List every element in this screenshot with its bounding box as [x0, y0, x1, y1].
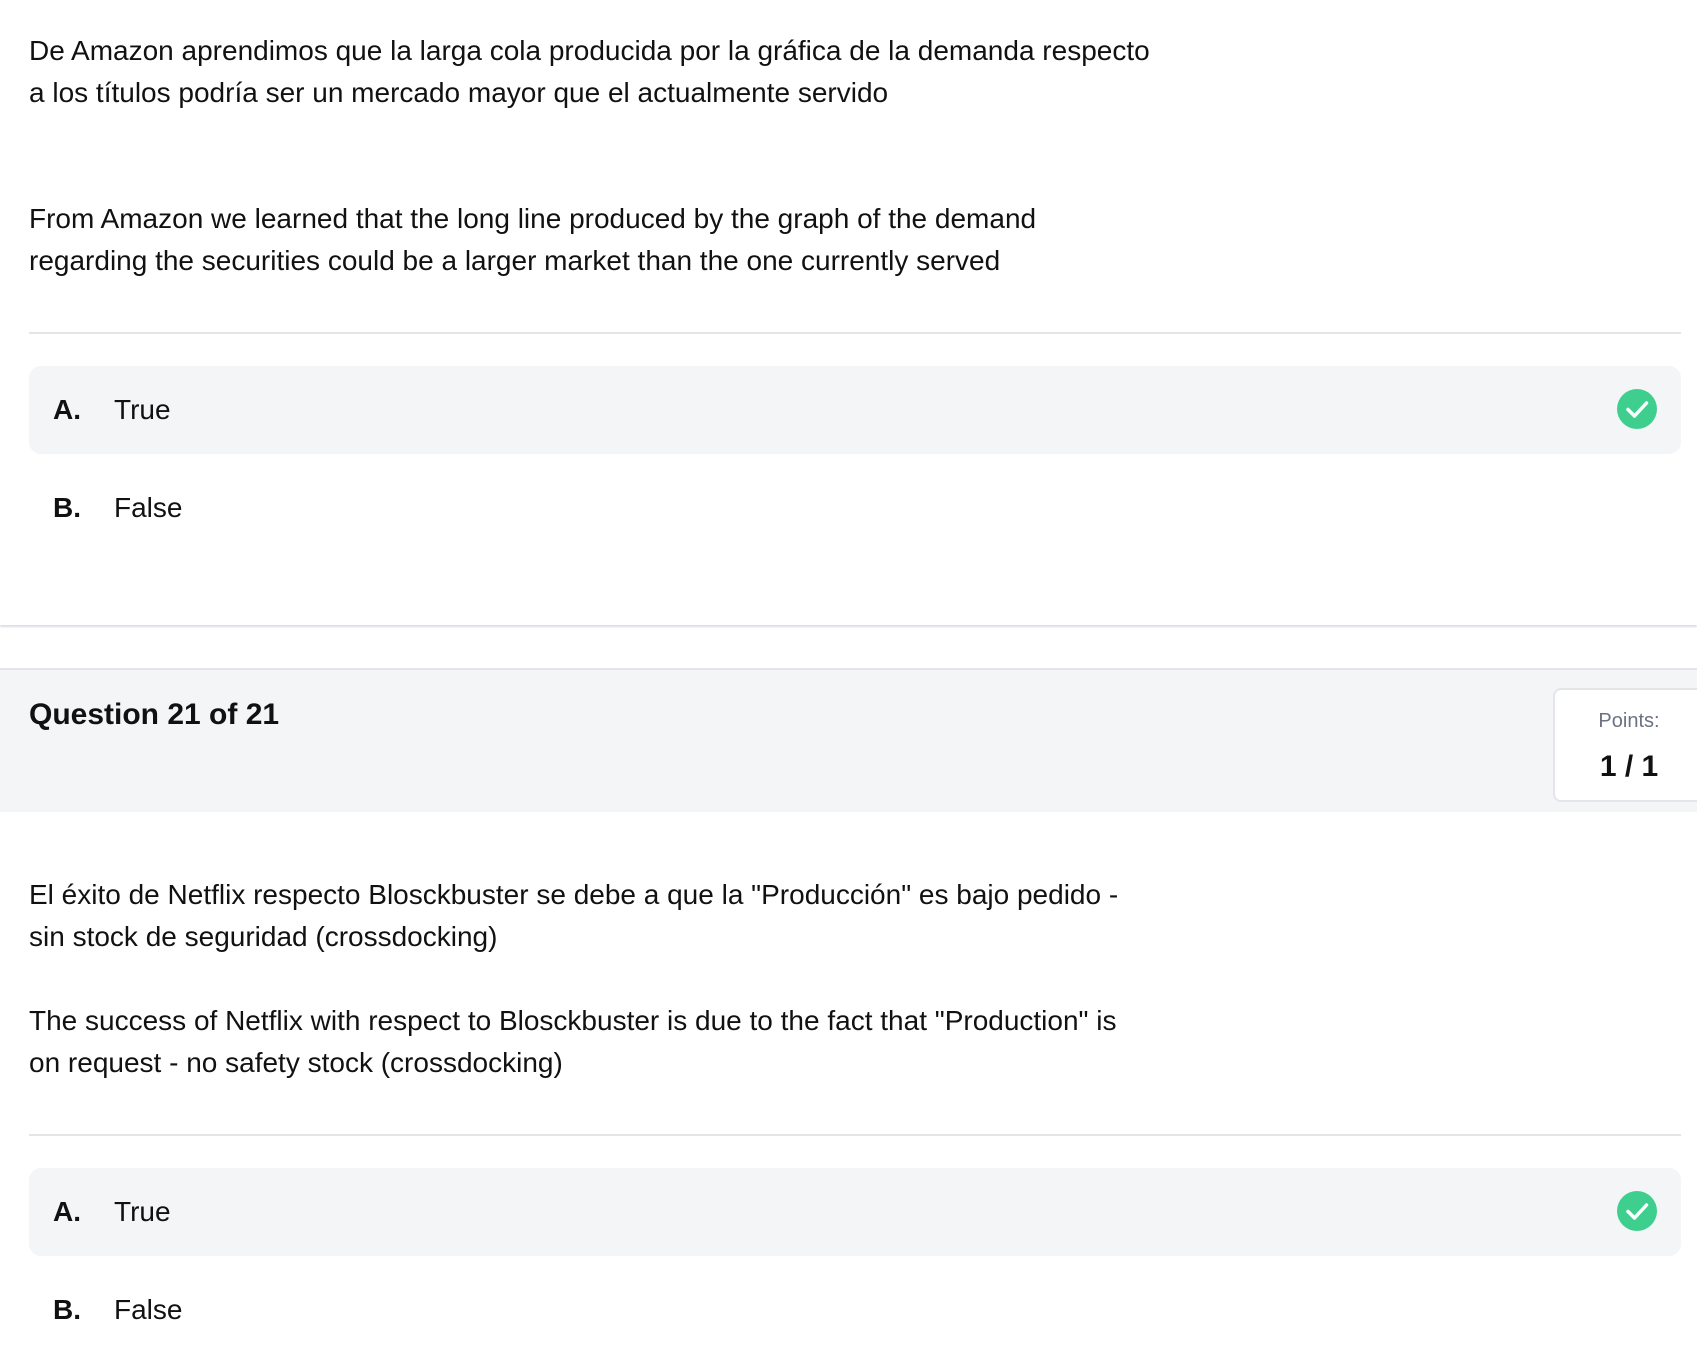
option-label: False: [114, 492, 183, 523]
option-letter: A.: [53, 1196, 81, 1227]
question-text-en-line1: From Amazon we learned that the long lin…: [29, 203, 1037, 234]
points-box: Points: 1 / 1: [1553, 688, 1697, 802]
divider: [29, 1134, 1681, 1136]
option-label: False: [114, 1294, 183, 1325]
option-letter: A.: [53, 394, 81, 425]
question-text-en-line2: regarding the securities could be a larg…: [29, 245, 1001, 276]
option-letter: B.: [53, 1294, 81, 1325]
question-text-es-line2: a los títulos podría ser un mercado mayo…: [29, 77, 889, 108]
question-text-es: De Amazon aprendimos que la larga cola p…: [29, 30, 1269, 114]
option-label: True: [114, 394, 171, 425]
check-circle-icon: [1617, 389, 1657, 429]
question-text-es-line1: El éxito de Netflix respecto Blosckbuste…: [29, 879, 1119, 910]
option-b[interactable]: B. False: [29, 464, 1681, 552]
option-a[interactable]: A. True: [29, 1168, 1681, 1256]
question-card-20: De Amazon aprendimos que la larga cola p…: [0, 0, 1697, 625]
check-circle-icon: [1617, 1191, 1657, 1231]
option-label: True: [114, 1196, 171, 1227]
option-a[interactable]: A. True: [29, 366, 1681, 454]
option-letter: B.: [53, 492, 81, 523]
points-value: 1 / 1: [1599, 750, 1659, 783]
question-text-en: From Amazon we learned that the long lin…: [29, 198, 1269, 282]
question-title: Question 21 of 21: [29, 698, 280, 731]
divider: [29, 332, 1681, 334]
question-header: Question 21 of 21 Points: 1 / 1: [0, 668, 1697, 814]
question-text-es-line1: De Amazon aprendimos que la larga cola p…: [29, 35, 1150, 66]
question-card-21: El éxito de Netflix respecto Blosckbuste…: [0, 812, 1697, 1369]
points-label: Points:: [1598, 710, 1660, 732]
question-text-en-line1: The success of Netflix with respect to B…: [29, 1005, 1117, 1036]
question-text-en-line2: on request - no safety stock (crossdocki…: [29, 1047, 563, 1078]
question-text-en: The success of Netflix with respect to B…: [29, 1000, 1269, 1084]
option-b[interactable]: B. False: [29, 1266, 1681, 1354]
card-gap: [0, 628, 1697, 668]
question-text-es: El éxito de Netflix respecto Blosckbuste…: [29, 874, 1269, 958]
question-text-es-line2: sin stock de seguridad (crossdocking): [29, 921, 498, 952]
